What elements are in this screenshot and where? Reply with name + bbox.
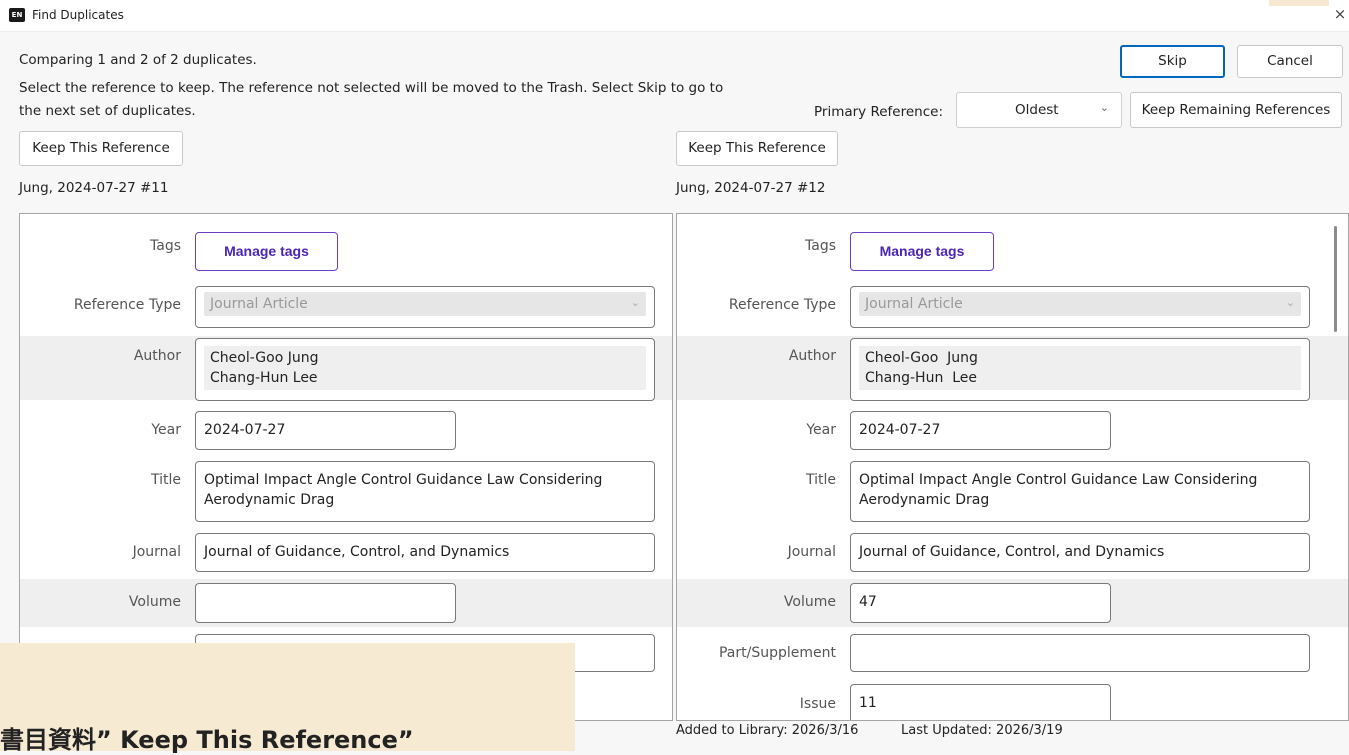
skip-button[interactable]: Skip [1120,45,1225,78]
chevron-down-icon: ⌄ [1099,101,1109,114]
journal-label: Journal [132,544,181,560]
reference-type-label: Reference Type [73,297,181,313]
right-reference-id: Jung, 2024-07-27 #12 [676,180,826,196]
part-supplement-field[interactable] [850,634,1310,672]
year-label: Year [151,422,181,438]
volume-field[interactable] [195,583,456,623]
reference-type-label: Reference Type [728,297,836,313]
year-field[interactable]: 2024-07-27 [850,411,1111,450]
issue-field[interactable]: 11 [850,684,1111,720]
year-field[interactable]: 2024-07-27 [195,411,456,450]
tags-label: Tags [805,238,836,254]
cancel-button[interactable]: Cancel [1237,45,1343,78]
title-line2: Aerodynamic Drag [204,492,335,508]
volume-label: Volume [783,594,836,610]
chevron-down-icon: ⌄ [1285,296,1295,309]
title-field[interactable]: Optimal Impact Angle Control Guidance La… [195,461,655,522]
close-icon[interactable]: × [1333,5,1347,23]
comparing-status: Comparing 1 and 2 of 2 duplicates. [19,52,257,68]
keep-remaining-button[interactable]: Keep Remaining References [1130,92,1342,128]
journal-label: Journal [787,544,836,560]
title-line2: Aerodynamic Drag [859,492,990,508]
reference-type-select[interactable]: Journal Article ⌄ [195,286,655,328]
reference-type-select[interactable]: Journal Article ⌄ [850,286,1310,328]
title-line1: Optimal Impact Angle Control Guidance La… [204,472,603,488]
year-value: 2024-07-27 [859,422,941,438]
author-2: Chang-Hun Lee [210,370,318,386]
manage-tags-button[interactable]: Manage tags [850,232,994,271]
left-reference-id: Jung, 2024-07-27 #11 [19,180,169,196]
title-label: Title [805,472,836,488]
year-value: 2024-07-27 [204,422,286,438]
primary-reference-value: Oldest [1015,102,1059,118]
volume-value: 47 [859,594,877,610]
primary-reference-label: Primary Reference: [814,104,943,120]
author-1: Cheol-Goo Jung [865,350,978,366]
author-label: Author [133,348,181,364]
title-line1: Optimal Impact Angle Control Guidance La… [859,472,1258,488]
endnote-app-icon: EN [9,8,25,22]
instructions-line1: Select the reference to keep. The refere… [19,80,724,96]
window-title: Find Duplicates [32,8,124,22]
journal-value: Journal of Guidance, Control, and Dynami… [859,544,1165,560]
manage-tags-button[interactable]: Manage tags [195,232,338,271]
title-bar: EN Find Duplicates × [0,0,1349,32]
primary-reference-select[interactable]: Oldest ⌄ [956,92,1122,128]
chevron-down-icon: ⌄ [630,296,640,309]
instructions-line2: the next set of duplicates. [19,103,196,119]
author-field[interactable]: Cheol-Goo Jung Chang-Hun Lee [850,338,1310,401]
author-2: Chang-Hun Lee [865,370,977,386]
vertical-scrollbar[interactable] [1334,226,1337,332]
reference-type-value: Journal Article [210,296,308,312]
keep-right-reference-button[interactable]: Keep This Reference [676,131,838,166]
tags-label: Tags [150,238,181,254]
background-fragment [1269,0,1329,6]
caption-overlay-text: 書目資料” Keep This Reference” [0,726,414,754]
issue-value: 11 [859,695,877,711]
author-field[interactable]: Cheol-Goo Jung Chang-Hun Lee [195,338,655,401]
last-updated: Last Updated: 2026/3/19 [901,723,1063,738]
issue-label: Issue [799,696,836,712]
volume-field[interactable]: 47 [850,583,1111,623]
journal-value: Journal of Guidance, Control, and Dynami… [204,544,510,560]
journal-field[interactable]: Journal of Guidance, Control, and Dynami… [850,533,1310,572]
right-reference-panel[interactable]: Tags Manage tags Reference Type Journal … [676,213,1349,721]
part-supplement-label: Part/Supplement [718,645,836,661]
volume-label: Volume [128,594,181,610]
added-to-library: Added to Library: 2026/3/16 [676,723,859,738]
author-1: Cheol-Goo Jung [210,350,319,366]
keep-left-reference-button[interactable]: Keep This Reference [19,131,183,166]
title-label: Title [150,472,181,488]
title-field[interactable]: Optimal Impact Angle Control Guidance La… [850,461,1310,522]
journal-field[interactable]: Journal of Guidance, Control, and Dynami… [195,533,655,572]
year-label: Year [806,422,836,438]
author-label: Author [788,348,836,364]
reference-type-value: Journal Article [865,296,963,312]
